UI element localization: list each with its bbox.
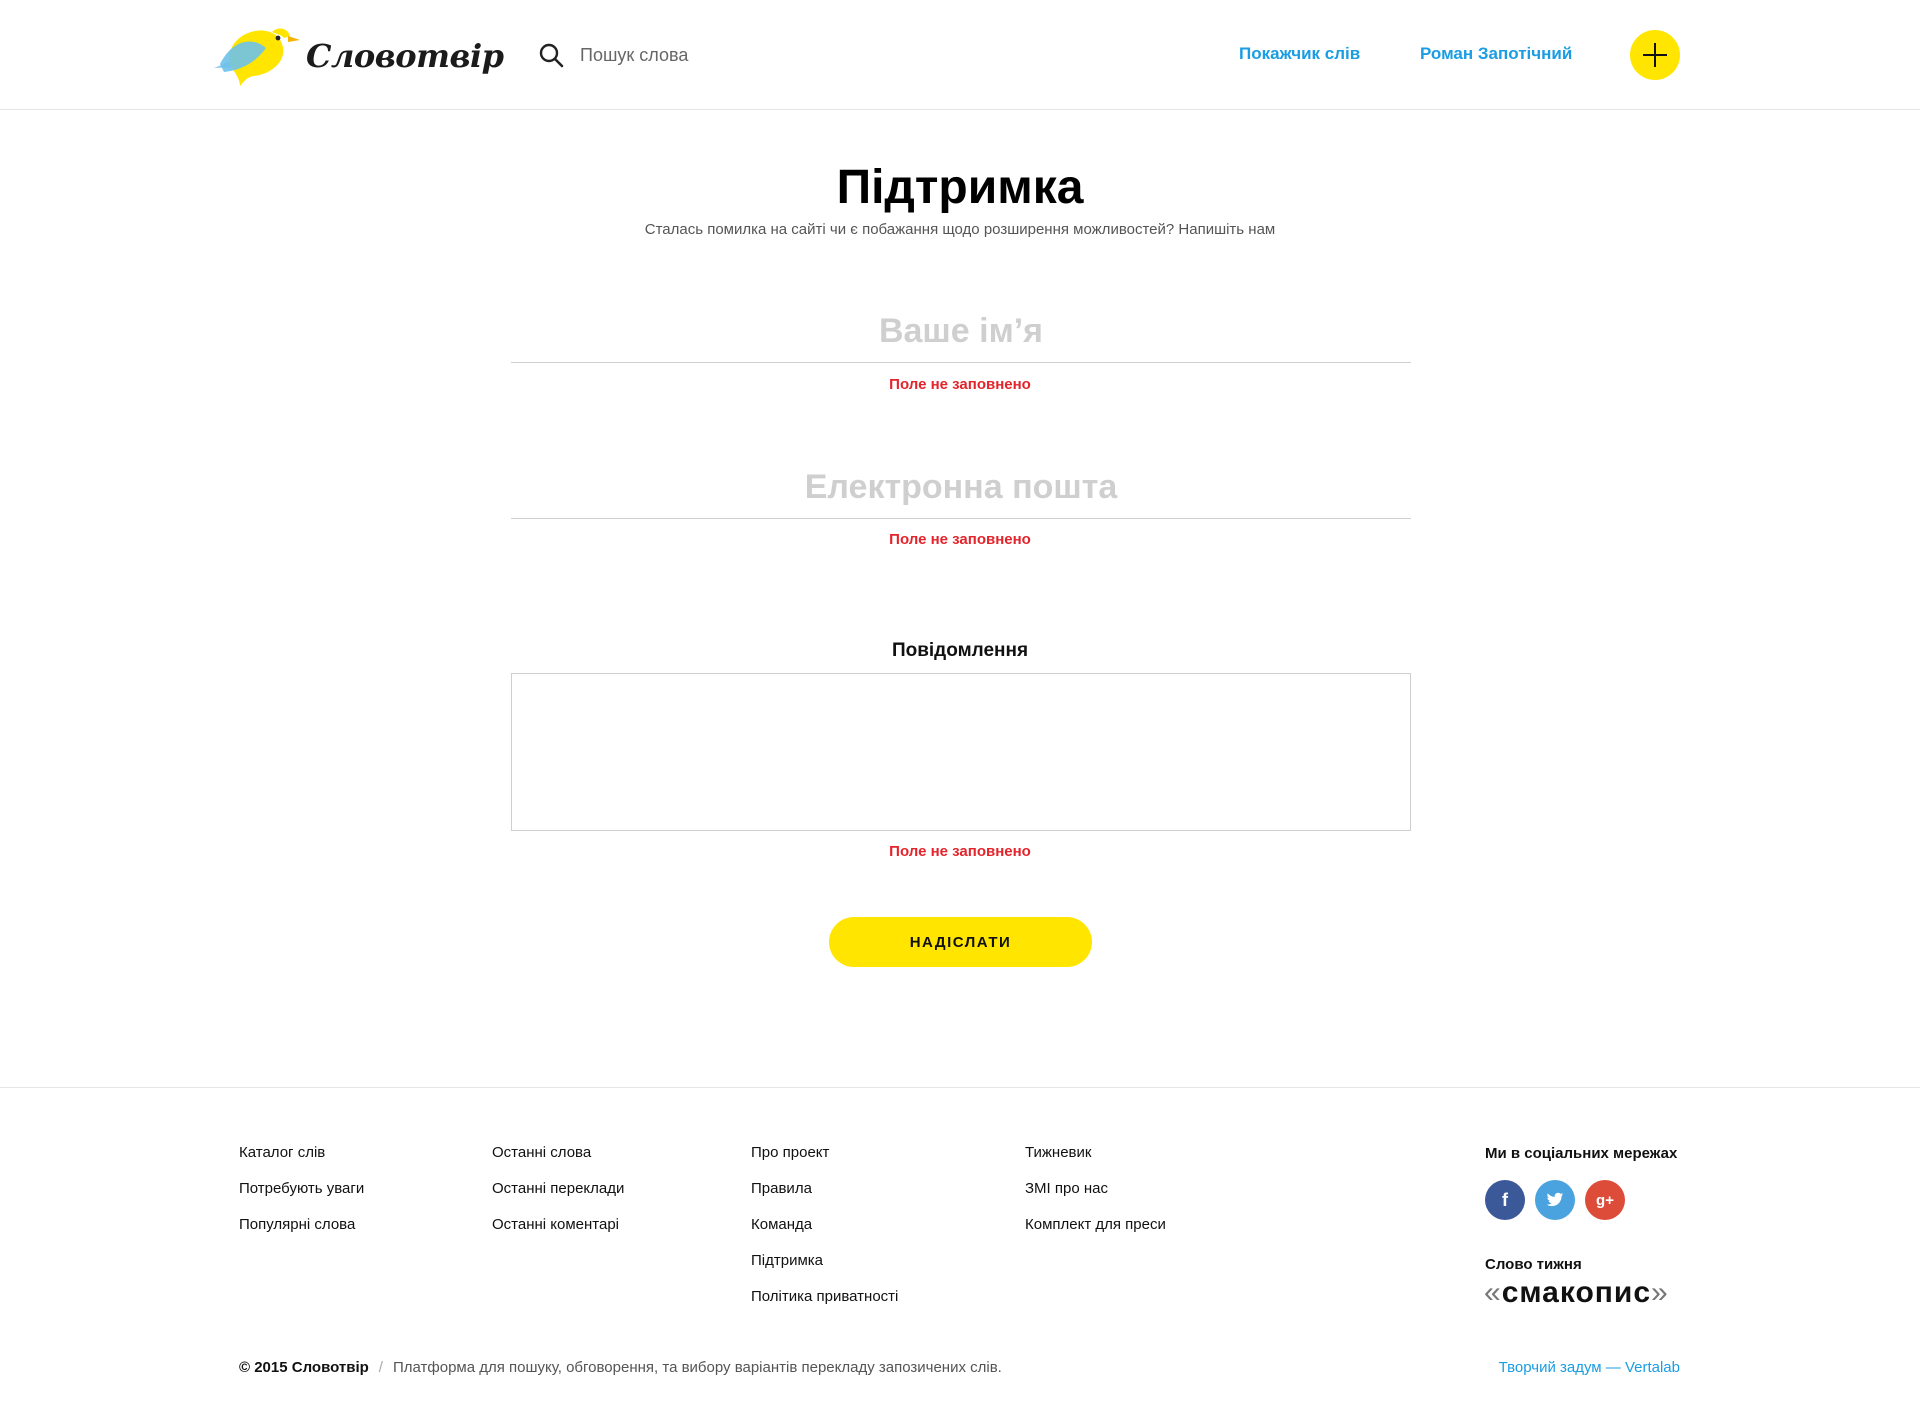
search-bar xyxy=(538,38,958,72)
email-input[interactable] xyxy=(511,457,1411,517)
logo-text: Словотвір xyxy=(306,37,504,75)
name-field-wrapper xyxy=(511,301,1411,363)
footer-column-recent: Останні слова Останні переклади Останні … xyxy=(492,1144,624,1252)
footer-column-press: Тижневик ЗМІ про нас Комплект для преси xyxy=(1025,1144,1166,1252)
footer-link-about[interactable]: Про проект xyxy=(751,1144,829,1161)
name-error-message: Поле не заповнено xyxy=(889,376,1031,393)
add-word-button[interactable] xyxy=(1630,30,1680,80)
nav-word-index-link[interactable]: Покажчик слів xyxy=(1239,44,1360,64)
word-of-week-link[interactable]: «смакопис» xyxy=(1484,1276,1669,1310)
footer-link-team[interactable]: Команда xyxy=(751,1216,812,1233)
message-error-message: Поле не заповнено xyxy=(889,843,1031,860)
nav-user-profile-link[interactable]: Роман Запотічний xyxy=(1420,44,1572,64)
submit-button[interactable]: НАДІСЛАТИ xyxy=(829,917,1092,967)
footer-link-media[interactable]: ЗМІ про нас xyxy=(1025,1180,1108,1197)
site-description: Платформа для пошуку, обговорення, та ви… xyxy=(392,1359,1002,1376)
email-field-wrapper xyxy=(511,457,1411,519)
footer-link-recent-translations[interactable]: Останні переклади xyxy=(492,1180,624,1197)
message-textarea[interactable] xyxy=(511,673,1411,831)
footer-column-about: Про проект Правила Команда Підтримка Пол… xyxy=(751,1144,898,1324)
copyright-year: © 2015 Словотвір xyxy=(239,1359,369,1376)
footer-column-catalog: Каталог слів Потребують уваги Популярні … xyxy=(239,1144,364,1252)
site-header: Словотвір Покажчик слів Роман Запотічний xyxy=(0,0,1920,110)
name-input[interactable] xyxy=(511,301,1411,361)
footer-link-support[interactable]: Підтримка xyxy=(751,1252,823,1269)
message-label: Повідомлення xyxy=(891,640,1029,661)
page-title: Підтримка xyxy=(836,161,1084,214)
footer-link-rules[interactable]: Правила xyxy=(751,1180,812,1197)
site-footer: Каталог слів Потребують уваги Популярні … xyxy=(0,1087,1920,1414)
copyright: © 2015 Словотвір / Платформа для пошуку, о… xyxy=(239,1359,1002,1376)
twitter-icon[interactable] xyxy=(1535,1180,1575,1220)
facebook-icon[interactable]: f xyxy=(1485,1180,1525,1220)
footer-link-need-attention[interactable]: Потребують уваги xyxy=(239,1180,364,1197)
google-plus-icon[interactable]: g+ xyxy=(1585,1180,1625,1220)
page-subtitle: Сталась помилка на сайті чи є побажання … xyxy=(644,221,1276,238)
search-input[interactable] xyxy=(580,40,940,70)
footer-link-press-kit[interactable]: Комплект для преси xyxy=(1025,1216,1166,1233)
footer-link-word-catalog[interactable]: Каталог слів xyxy=(239,1144,325,1161)
footer-link-recent-comments[interactable]: Останні коментарі xyxy=(492,1216,619,1233)
footer-link-recent-words[interactable]: Останні слова xyxy=(492,1144,591,1161)
footer-link-weekly[interactable]: Тижневик xyxy=(1025,1144,1091,1161)
footer-link-privacy[interactable]: Політика приватності xyxy=(751,1288,898,1305)
social-title: Ми в соціальних мережах xyxy=(1485,1145,1678,1162)
bird-logo-icon xyxy=(214,28,300,87)
search-icon[interactable] xyxy=(538,42,564,68)
site-logo[interactable]: Словотвір xyxy=(212,22,504,88)
word-of-week-text: смакопис xyxy=(1501,1276,1652,1309)
email-error-message: Поле не заповнено xyxy=(889,531,1031,548)
credit-link[interactable]: Творчий задум — Vertalab xyxy=(1499,1359,1680,1376)
footer-link-popular-words[interactable]: Популярні слова xyxy=(239,1216,355,1233)
word-of-week-title: Слово тижня xyxy=(1485,1256,1582,1273)
